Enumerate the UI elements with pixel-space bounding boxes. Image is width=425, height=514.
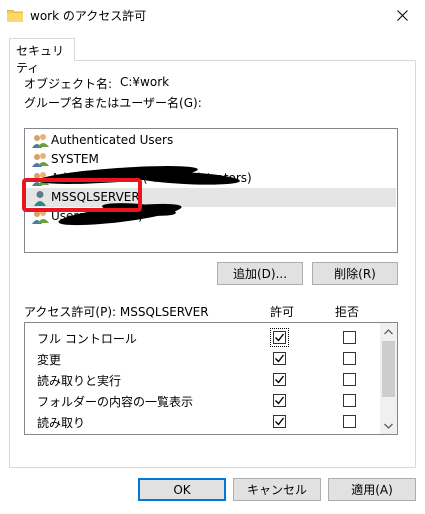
- object-name-value: C:¥work: [120, 75, 170, 89]
- deny-checkbox-full-control[interactable]: [343, 331, 356, 344]
- deny-checkbox-read[interactable]: [343, 415, 356, 428]
- checkmark-icon: [275, 396, 285, 405]
- allow-checkbox-modify[interactable]: [273, 352, 286, 365]
- permission-name: フォルダーの内容の一覧表示: [37, 395, 194, 409]
- chevron-down-icon: [384, 423, 393, 429]
- remove-button[interactable]: 削除(R): [312, 262, 398, 285]
- permission-row-full-control: フル コントロール: [25, 327, 381, 348]
- allow-column-header: 許可: [270, 305, 295, 319]
- ok-button[interactable]: OK: [138, 478, 226, 501]
- checkmark-icon: [275, 417, 285, 426]
- add-button[interactable]: 追加(D)...: [217, 262, 303, 285]
- close-button[interactable]: [379, 0, 425, 30]
- permission-name: 変更: [37, 353, 62, 367]
- deny-checkbox-modify[interactable]: [343, 352, 356, 365]
- permission-row-list-folder: フォルダーの内容の一覧表示: [25, 390, 381, 411]
- permissions-scrollbar[interactable]: [380, 323, 397, 434]
- checkmark-icon: [275, 333, 285, 342]
- allow-checkbox-full-control[interactable]: [270, 328, 289, 347]
- tab-security[interactable]: セキュリティ: [9, 38, 75, 75]
- folder-icon: [7, 10, 23, 22]
- permission-name: フル コントロール: [37, 332, 137, 346]
- scroll-up-button[interactable]: [380, 323, 397, 340]
- permission-name: 読み取りと実行: [37, 374, 122, 388]
- principal-name: Authenticated Users: [51, 133, 174, 147]
- list-item-authenticated-users[interactable]: Authenticated Users: [26, 131, 396, 150]
- scroll-thumb[interactable]: [382, 341, 395, 397]
- cancel-button[interactable]: キャンセル: [233, 478, 321, 501]
- deny-checkbox-list-folder[interactable]: [343, 394, 356, 407]
- permission-row-read-execute: 読み取りと実行: [25, 369, 381, 390]
- title-bar: work のアクセス許可: [0, 0, 425, 30]
- list-item-system[interactable]: SYSTEM: [26, 150, 396, 169]
- principal-name: SYSTEM: [51, 152, 99, 166]
- groups-label: グループ名またはユーザー名(G):: [24, 96, 202, 110]
- permission-row-modify: 変更: [25, 348, 381, 369]
- close-icon: [396, 9, 408, 21]
- users-icon: [32, 153, 49, 167]
- allow-checkbox-read-execute[interactable]: [273, 373, 286, 386]
- permissions-list: フル コントロール 変更 読み取りと実行 フォルダーの内容の一覧表示 読み取り: [24, 322, 398, 435]
- allow-checkbox-read[interactable]: [273, 415, 286, 428]
- scroll-down-button[interactable]: [380, 417, 397, 434]
- chevron-up-icon: [384, 328, 393, 334]
- object-name-label: オブジェクト名:: [24, 77, 113, 91]
- checkmark-icon: [275, 354, 285, 363]
- users-icon: [32, 134, 49, 148]
- permissions-label: アクセス許可(P): MSSQLSERVER: [24, 305, 209, 319]
- permission-row-read: 読み取り: [25, 411, 381, 432]
- tab-security-label: セキュリティ: [16, 44, 65, 75]
- window-title: work のアクセス許可: [30, 9, 147, 23]
- highlight-annotation: [22, 178, 142, 212]
- permission-name: 読み取り: [37, 416, 86, 430]
- checkmark-icon: [275, 375, 285, 384]
- apply-button[interactable]: 適用(A): [328, 478, 416, 501]
- deny-column-header: 拒否: [335, 305, 360, 319]
- allow-checkbox-list-folder[interactable]: [273, 394, 286, 407]
- deny-checkbox-read-execute[interactable]: [343, 373, 356, 386]
